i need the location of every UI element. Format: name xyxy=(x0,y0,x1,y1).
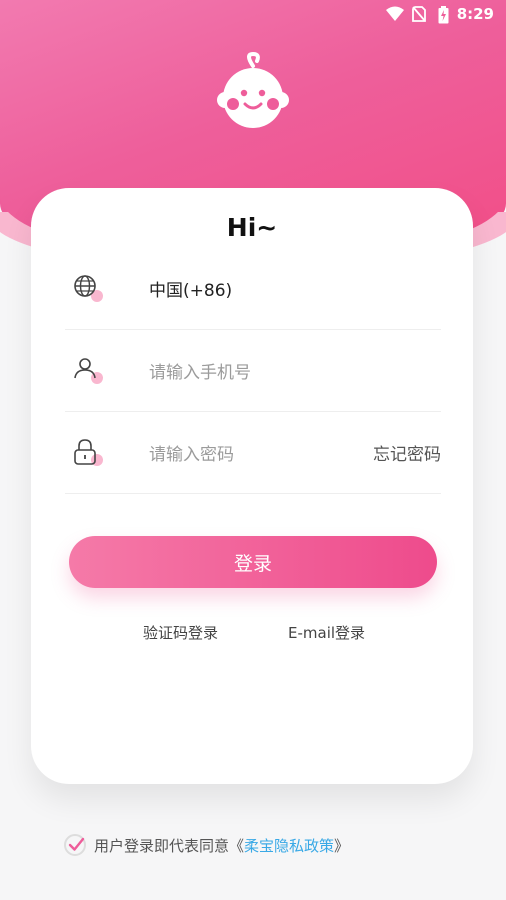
phone-field[interactable]: 请输入手机号 xyxy=(65,330,441,412)
status-bar: 8:29 xyxy=(306,0,506,28)
user-icon xyxy=(71,354,105,388)
close-quote: 》 xyxy=(334,836,350,855)
email-login-link[interactable]: E-mail登录 xyxy=(288,622,365,643)
agreement-row: 用户登录即代表同意《柔宝隐私政策》 xyxy=(64,834,349,856)
lock-icon xyxy=(71,436,105,470)
clock: 8:29 xyxy=(456,5,494,23)
login-button[interactable]: 登录 xyxy=(69,536,437,588)
card-title: Hi~ xyxy=(226,213,278,242)
open-quote: 《 xyxy=(229,836,245,855)
battery-charging-icon xyxy=(438,6,449,24)
password-input[interactable]: 请输入密码 xyxy=(149,440,234,465)
agreement-checkbox[interactable] xyxy=(64,834,86,856)
region-value: 中国(+86) xyxy=(149,281,233,301)
no-sim-icon xyxy=(411,6,430,22)
phone-input[interactable]: 请输入手机号 xyxy=(149,358,251,383)
login-card: Hi~ 中国(+86) 请输入手机号 请输入密码 忘记密码 登录 验证码登录 E… xyxy=(31,188,473,784)
agreement-text: 用户登录即代表同意 xyxy=(94,836,230,855)
baby-face-logo xyxy=(213,51,293,132)
region-selector[interactable]: 中国(+86) xyxy=(65,248,441,330)
sms-login-link[interactable]: 验证码登录 xyxy=(143,622,218,643)
globe-icon xyxy=(71,272,105,306)
wifi-icon xyxy=(385,6,404,22)
forgot-password-link[interactable]: 忘记密码 xyxy=(373,440,441,465)
privacy-policy-link[interactable]: 柔宝隐私政策 xyxy=(244,837,334,855)
password-row: 请输入密码 忘记密码 xyxy=(65,412,441,494)
